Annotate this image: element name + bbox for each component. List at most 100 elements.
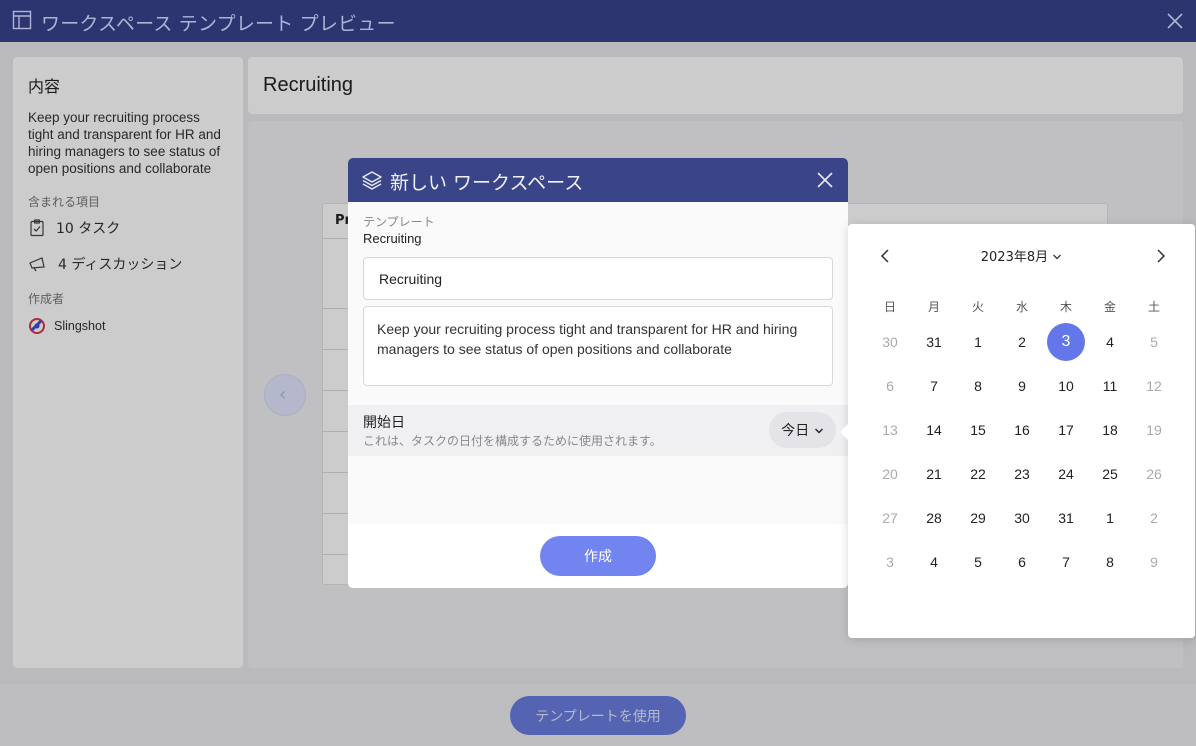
included-items-label: 含まれる項目 [28, 195, 101, 209]
calendar-day[interactable]: 31 [912, 320, 956, 364]
calendar-day[interactable]: 7 [1044, 540, 1088, 584]
month-selector[interactable]: 2023年8月 [848, 246, 1195, 265]
tasks-count: 10 タスク [28, 218, 228, 238]
checklist-icon [30, 219, 44, 237]
calendar-day[interactable]: 26 [1132, 452, 1176, 496]
calendar-day[interactable]: 5 [1132, 320, 1176, 364]
window-title: ワークスペース テンプレート プレビュー [41, 13, 396, 35]
calendar-day[interactable]: 21 [912, 452, 956, 496]
create-button[interactable]: 作成 [540, 536, 656, 576]
calendar-day[interactable]: 25 [1088, 452, 1132, 496]
close-icon[interactable] [1164, 10, 1186, 32]
calendar-day[interactable]: 9 [1132, 540, 1176, 584]
workspace-description-field[interactable]: Keep your recruiting process tight and t… [363, 306, 833, 386]
weekday-header: 月 [927, 300, 940, 314]
calendar-day[interactable]: 17 [1044, 408, 1088, 452]
calendar-day[interactable]: 9 [1000, 364, 1044, 408]
template-info-panel: 内容 Keep your recruiting process tight an… [13, 57, 243, 668]
title-bar: ワークスペース テンプレート プレビュー [0, 0, 1196, 42]
calendar-day[interactable]: 2 [1000, 320, 1044, 364]
layers-icon [362, 171, 382, 190]
calendar-day[interactable]: 1 [956, 320, 1000, 364]
discussions-count: 4 ディスカッション [28, 254, 228, 274]
author: Slingshot [28, 317, 228, 335]
weekday-header: 土 [1147, 300, 1160, 314]
divider [323, 390, 349, 391]
divider [323, 431, 349, 432]
weekday-header: 金 [1103, 300, 1116, 314]
calendar-day[interactable]: 2 [1132, 496, 1176, 540]
selected-day-label: 3 [1047, 323, 1085, 361]
calendar-day[interactable]: 5 [956, 540, 1000, 584]
weekday-header: 水 [1015, 300, 1028, 314]
calendar-day[interactable]: 16 [1000, 408, 1044, 452]
use-template-button[interactable]: テンプレートを使用 [510, 696, 686, 735]
template-value: Recruiting [363, 231, 422, 246]
divider [323, 308, 349, 309]
window-layout-icon [12, 10, 32, 30]
chevron-down-icon [814, 428, 823, 434]
template-title: Recruiting [263, 74, 354, 96]
template-description: Keep your recruiting process tight and t… [28, 110, 221, 176]
selected-day[interactable]: 3 [1044, 320, 1088, 364]
calendar-day[interactable]: 10 [1044, 364, 1088, 408]
weekday-header: 日 [883, 300, 896, 314]
calendar-day[interactable]: 22 [956, 452, 1000, 496]
calendar-day[interactable]: 4 [1088, 320, 1132, 364]
divider [323, 554, 349, 555]
calendar-day[interactable]: 19 [1132, 408, 1176, 452]
calendar-day[interactable]: 20 [868, 452, 912, 496]
divider [323, 238, 349, 239]
calendar-day[interactable]: 3 [868, 540, 912, 584]
calendar-day[interactable]: 28 [912, 496, 956, 540]
calendar-day[interactable]: 6 [868, 364, 912, 408]
start-date-label: 開始日 [363, 415, 405, 431]
author-label: 作成者 [28, 292, 65, 306]
month-label: 2023年8月 [980, 250, 1049, 265]
calendar-day[interactable]: 4 [912, 540, 956, 584]
calendar-day[interactable]: 31 [1044, 496, 1088, 540]
calendar-day[interactable]: 12 [1132, 364, 1176, 408]
calendar-day[interactable]: 23 [1000, 452, 1044, 496]
dialog-footer: 作成 [348, 524, 848, 588]
calendar-day[interactable]: 6 [1000, 540, 1044, 584]
start-date-dropdown[interactable]: 今日 [769, 412, 836, 448]
start-date-hint: これは、タスクの日付を構成するために使用されます。 [363, 434, 662, 448]
weekday-header: 火 [971, 300, 984, 314]
chevron-right-icon[interactable] [1150, 246, 1170, 266]
calendar-day[interactable]: 13 [868, 408, 912, 452]
calendar-day[interactable]: 7 [912, 364, 956, 408]
preview-prev-button[interactable]: ‹ [264, 374, 306, 416]
slingshot-logo [29, 318, 45, 334]
calendar-day[interactable]: 27 [868, 496, 912, 540]
author-name: Slingshot [54, 319, 106, 333]
divider [323, 472, 349, 473]
new-workspace-dialog: 新しい ワークスペース テンプレート Recruiting Keep your … [348, 158, 848, 588]
workspace-name-field[interactable] [363, 257, 833, 300]
content-heading: 内容 [28, 77, 61, 96]
discussions-label: 4 ディスカッション [58, 257, 183, 273]
calendar-day[interactable]: 29 [956, 496, 1000, 540]
calendar-day[interactable]: 8 [956, 364, 1000, 408]
calendar-day[interactable]: 8 [1088, 540, 1132, 584]
chevron-left-icon: ‹ [279, 384, 287, 405]
calendar-day[interactable]: 11 [1088, 364, 1132, 408]
calendar-day[interactable]: 30 [868, 320, 912, 364]
dialog-header: 新しい ワークスペース [348, 158, 848, 202]
calendar-day[interactable]: 18 [1088, 408, 1132, 452]
calendar-day[interactable]: 30 [1000, 496, 1044, 540]
divider [323, 349, 349, 350]
tasks-label: 10 タスク [56, 221, 121, 237]
calendar-day[interactable]: 24 [1044, 452, 1088, 496]
calendar-day[interactable]: 1 [1088, 496, 1132, 540]
calendar-day[interactable]: 14 [912, 408, 956, 452]
close-icon[interactable] [815, 170, 835, 190]
calendar-day[interactable]: 15 [956, 408, 1000, 452]
popup-pointer [840, 423, 849, 441]
weekday-header: 木 [1059, 300, 1072, 314]
megaphone-icon [29, 257, 45, 272]
start-date-row: 開始日 これは、タスクの日付を構成するために使用されます。 今日 [348, 405, 848, 456]
start-date-value: 今日 [781, 423, 810, 439]
chevron-down-icon [1053, 254, 1062, 260]
divider [323, 513, 349, 514]
